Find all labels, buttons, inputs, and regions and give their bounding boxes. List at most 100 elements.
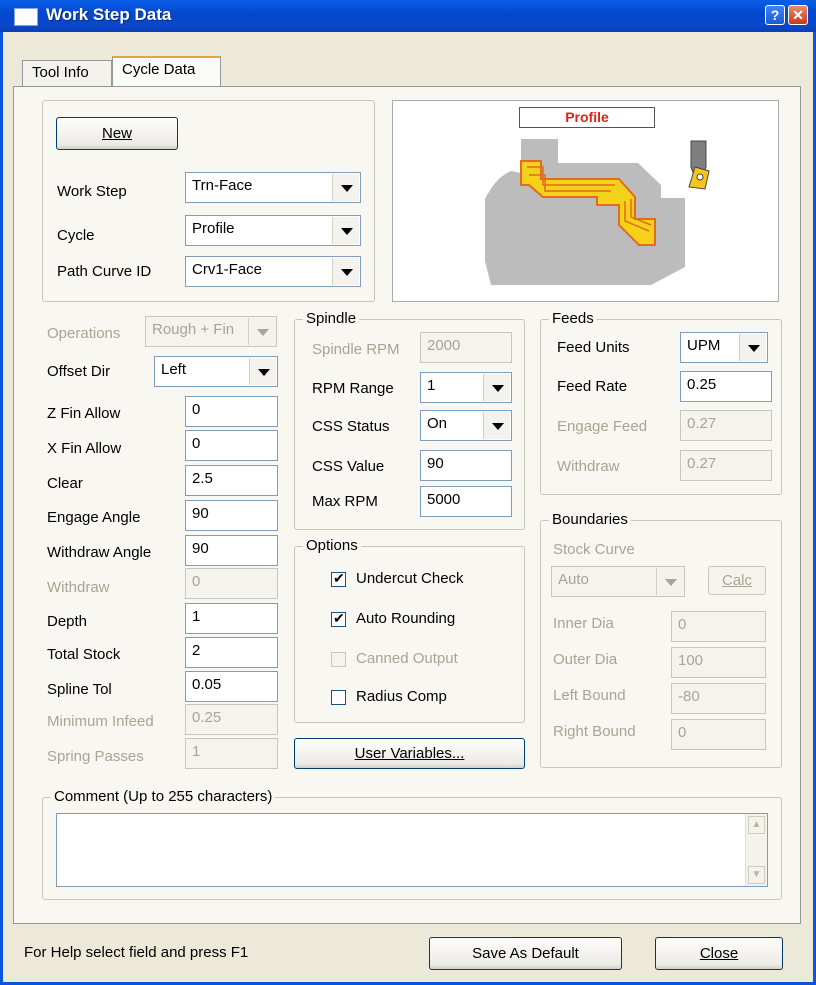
- max-rpm-input[interactable]: 5000: [420, 486, 512, 517]
- minimum-infeed-label: Minimum Infeed: [47, 713, 154, 730]
- left-bound-input: -80: [671, 683, 766, 714]
- engage-angle-input[interactable]: 90: [185, 500, 278, 531]
- canned-output-label: Canned Output: [356, 650, 458, 667]
- spring-passes-label: Spring Passes: [47, 748, 144, 765]
- spline-tol-label: Spline Tol: [47, 681, 112, 698]
- stock-curve-label: Stock Curve: [553, 541, 635, 558]
- feed-withdraw-input: 0.27: [680, 450, 772, 481]
- work-step-combo[interactable]: Trn-Face: [185, 172, 361, 203]
- tab-tool-info[interactable]: Tool Info: [22, 60, 112, 86]
- outer-dia-label: Outer Dia: [553, 651, 618, 668]
- rpm-range-combo[interactable]: 1: [420, 372, 512, 403]
- calc-button: Calc: [708, 566, 766, 595]
- scroll-down-icon[interactable]: ▼: [748, 866, 765, 884]
- cycle-combo[interactable]: Profile: [185, 215, 361, 246]
- engage-feed-input: 0.27: [680, 410, 772, 441]
- auto-rounding-label: Auto Rounding: [356, 610, 456, 627]
- operations-label: Operations: [47, 325, 121, 342]
- path-curve-combo[interactable]: Crv1-Face: [185, 256, 361, 287]
- cycle-label: Cycle: [57, 227, 95, 244]
- chevron-down-icon: [248, 318, 275, 345]
- left-bound-label: Left Bound: [553, 687, 626, 704]
- engage-feed-label: Engage Feed: [557, 418, 648, 435]
- new-button-label: New: [101, 125, 132, 142]
- undercut-check-label: Undercut Check: [356, 570, 464, 587]
- comment-textarea[interactable]: ▲ ▼: [56, 813, 768, 887]
- operations-combo: Rough + Fin: [145, 316, 277, 347]
- title-bar[interactable]: Work Step Data ? ✕: [0, 0, 816, 32]
- right-bound-label: Right Bound: [553, 723, 636, 740]
- user-variables-label: User Variables...: [354, 745, 465, 762]
- withdraw-label: Withdraw: [47, 579, 110, 596]
- close-icon[interactable]: ✕: [788, 5, 808, 25]
- calc-button-label: Calc: [721, 572, 752, 589]
- css-value-label: CSS Value: [312, 458, 385, 475]
- feeds-legend: Feeds: [549, 310, 597, 327]
- total-stock-input[interactable]: 2: [185, 637, 278, 668]
- clear-label: Clear: [47, 475, 83, 492]
- css-status-label: CSS Status: [312, 418, 390, 435]
- depth-label: Depth: [47, 613, 88, 630]
- feed-units-value: UPM: [687, 337, 721, 354]
- comment-legend: Comment (Up to 255 characters): [51, 788, 276, 805]
- chevron-down-icon[interactable]: [483, 412, 510, 439]
- css-value-input[interactable]: 90: [420, 450, 512, 481]
- auto-rounding-checkbox[interactable]: [331, 610, 346, 627]
- offset-dir-combo[interactable]: Left: [154, 356, 278, 387]
- save-as-default-button[interactable]: Save As Default: [429, 937, 622, 970]
- window-icon: [14, 8, 38, 26]
- scroll-up-icon[interactable]: ▲: [748, 816, 765, 834]
- stock-curve-value: Auto: [558, 571, 589, 588]
- spindle-legend: Spindle: [303, 310, 360, 327]
- withdraw-input: 0: [185, 568, 278, 599]
- cycle-preview: Profile: [392, 100, 779, 302]
- close-button[interactable]: Close: [655, 937, 783, 970]
- offset-dir-label: Offset Dir: [47, 363, 111, 380]
- feed-rate-input[interactable]: 0.25: [680, 371, 772, 402]
- inner-dia-input: 0: [671, 611, 766, 642]
- max-rpm-label: Max RPM: [312, 493, 378, 510]
- save-as-default-label: Save As Default: [472, 945, 579, 962]
- new-button[interactable]: New: [56, 117, 178, 150]
- z-fin-allow-input[interactable]: 0: [185, 396, 278, 427]
- chevron-down-icon[interactable]: [332, 217, 359, 244]
- chevron-down-icon[interactable]: [483, 374, 510, 401]
- clear-input[interactable]: 2.5: [185, 465, 278, 496]
- chevron-down-icon[interactable]: [332, 258, 359, 285]
- undercut-check-checkbox[interactable]: [331, 570, 346, 587]
- user-variables-button[interactable]: User Variables...: [294, 738, 525, 769]
- chevron-down-icon[interactable]: [739, 334, 766, 361]
- css-status-combo[interactable]: On: [420, 410, 512, 441]
- feed-rate-label: Feed Rate: [557, 378, 628, 395]
- chevron-down-icon: [656, 568, 683, 595]
- path-curve-value: Crv1-Face: [192, 261, 263, 278]
- chevron-down-icon[interactable]: [332, 174, 359, 201]
- z-fin-allow-label: Z Fin Allow: [47, 405, 121, 422]
- chevron-down-icon[interactable]: [249, 358, 276, 385]
- boundaries-legend: Boundaries: [549, 511, 631, 528]
- right-bound-input: 0: [671, 719, 766, 750]
- feed-units-label: Feed Units: [557, 339, 630, 356]
- path-curve-label: Path Curve ID: [57, 263, 152, 280]
- help-icon[interactable]: ?: [765, 5, 785, 25]
- comment-scrollbar[interactable]: ▲ ▼: [745, 814, 767, 886]
- x-fin-allow-input[interactable]: 0: [185, 430, 278, 461]
- cycle-value: Profile: [192, 220, 235, 237]
- x-fin-allow-label: X Fin Allow: [47, 440, 122, 457]
- feed-units-combo[interactable]: UPM: [680, 332, 768, 363]
- spring-passes-input: 1: [185, 738, 278, 769]
- withdraw-angle-label: Withdraw Angle: [47, 544, 152, 561]
- inner-dia-label: Inner Dia: [553, 615, 614, 632]
- withdraw-angle-input[interactable]: 90: [185, 535, 278, 566]
- radius-comp-checkbox[interactable]: [331, 690, 346, 705]
- minimum-infeed-input: 0.25: [185, 704, 278, 735]
- depth-input[interactable]: 1: [185, 603, 278, 634]
- tab-cycle-data[interactable]: Cycle Data: [112, 56, 221, 86]
- outer-dia-input: 100: [671, 647, 766, 678]
- help-status-text: For Help select field and press F1: [24, 944, 249, 961]
- spindle-rpm-label: Spindle RPM: [312, 341, 400, 358]
- total-stock-label: Total Stock: [47, 646, 121, 663]
- rpm-range-value: 1: [427, 377, 436, 394]
- radius-comp-label: Radius Comp: [356, 688, 447, 705]
- spline-tol-input[interactable]: 0.05: [185, 671, 278, 702]
